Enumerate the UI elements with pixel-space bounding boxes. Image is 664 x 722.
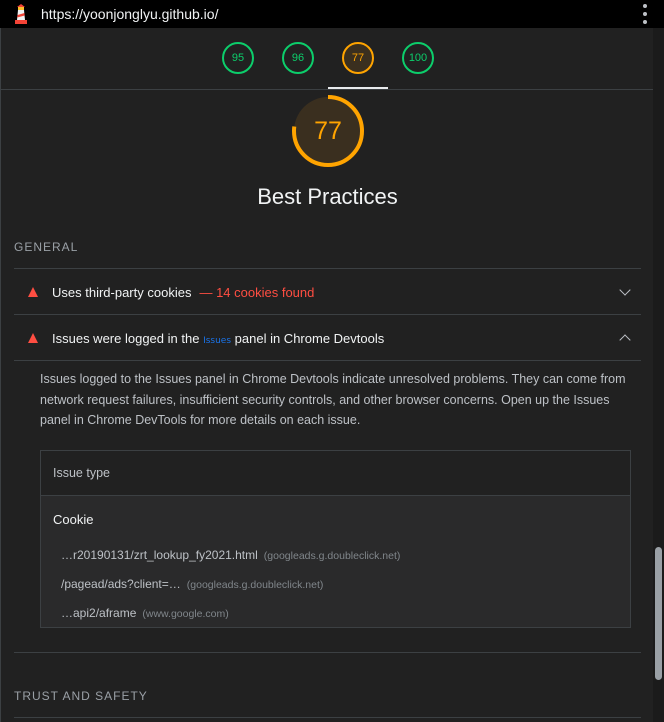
tab-score-performance[interactable]: 95 <box>222 42 254 74</box>
scrollbar-thumb[interactable] <box>655 547 662 680</box>
lighthouse-icon <box>12 4 30 24</box>
table-row: …api2/aframe (www.google.com) <box>61 606 229 620</box>
fail-triangle-icon <box>28 333 38 343</box>
divider <box>14 360 641 361</box>
tab-score-seo[interactable]: 100 <box>402 42 434 74</box>
tab-score-best-practices[interactable]: 77 <box>342 42 374 74</box>
tab-score-value: 95 <box>231 52 245 64</box>
chevron-up-icon[interactable] <box>619 334 631 346</box>
report-panel: 95 96 77 100 77 Best Practices GENERAL U… <box>0 28 654 722</box>
group-title-general: GENERAL <box>14 240 79 254</box>
tab-score-value: 96 <box>291 52 305 64</box>
audit-third-party-cookies[interactable]: Uses third-party cookies — 14 cookies fo… <box>14 269 641 315</box>
tab-score-accessibility[interactable]: 96 <box>282 42 314 74</box>
score-tabs: 95 96 77 100 <box>1 28 654 90</box>
audit-issues-logged[interactable]: Issues were logged in the Issues panel i… <box>14 315 641 361</box>
divider <box>14 717 641 718</box>
category-score-gauge: 77 <box>291 94 365 168</box>
audit-display-value: — 14 cookies found <box>199 284 315 300</box>
fail-triangle-icon <box>28 287 38 297</box>
tab-score-value: 100 <box>408 52 428 64</box>
chevron-down-icon[interactable] <box>619 284 631 296</box>
issue-group-label: Cookie <box>53 512 94 527</box>
page-url[interactable]: https://yoonjonglyu.github.io/ <box>41 6 218 22</box>
audit-description: Issues logged to the Issues panel in Chr… <box>40 372 626 427</box>
audit-title: Issues were logged in the Issues panel i… <box>52 330 385 346</box>
table-row: /pagead/ads?client=… (googleads.g.doublec… <box>61 577 324 591</box>
group-title-trust-and-safety: TRUST AND SAFETY <box>14 689 148 703</box>
kebab-menu-icon[interactable] <box>642 4 648 24</box>
issues-keyword: Issues <box>203 335 232 346</box>
table-body: Cookie …r20190131/zrt_lookup_fy2021.html… <box>41 496 630 627</box>
table-row: …r20190131/zrt_lookup_fy2021.html (google… <box>61 548 401 562</box>
url-bar: https://yoonjonglyu.github.io/ <box>0 0 664 28</box>
audit-title: Uses third-party cookies <box>52 284 192 300</box>
category-title: Best Practices <box>257 184 398 209</box>
active-tab-indicator <box>328 87 388 89</box>
issues-table: Issue type Cookie …r20190131/zrt_lookup_… <box>40 450 631 628</box>
category-score-value: 77 <box>314 117 342 145</box>
tab-score-value: 77 <box>351 52 365 64</box>
table-header: Issue type <box>41 451 630 496</box>
divider <box>14 652 641 653</box>
